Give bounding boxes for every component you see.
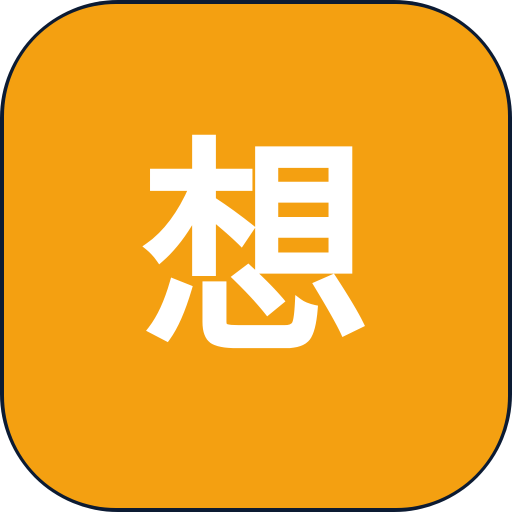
app-icon[interactable]: 想 — [0, 0, 512, 512]
app-icon-tile: 想 — [4, 4, 508, 508]
app-icon-glyph: 想 — [140, 119, 371, 386]
